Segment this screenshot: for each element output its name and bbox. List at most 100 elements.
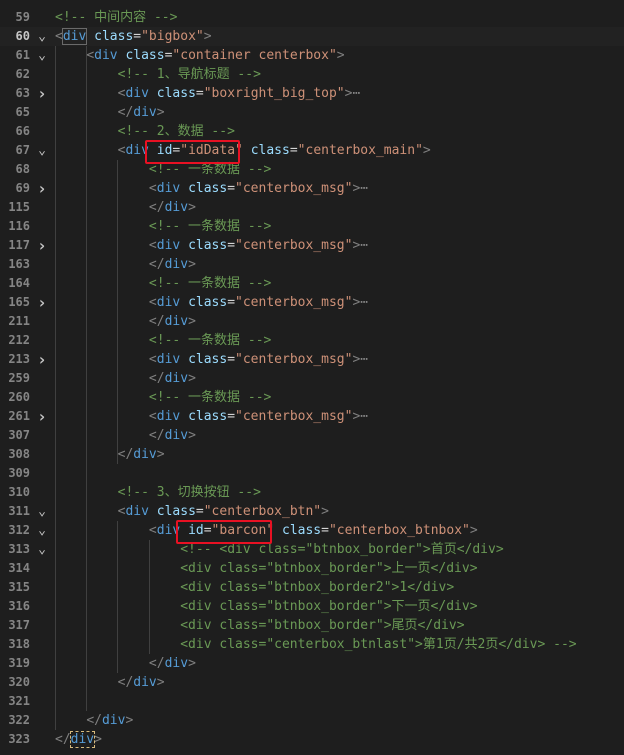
code-token: div [156, 238, 181, 253]
code-token: "centerbox_main" [297, 143, 423, 158]
code-line[interactable]: 311 ⌄ <div class="centerbox_btn"> [0, 502, 624, 521]
code-editor[interactable]: 59 <!-- 中间内容 --> 60 ⌄ <div class="bigbox"> 61… [0, 0, 624, 755]
code-token: </ [117, 105, 134, 120]
code-line[interactable]: 309 [0, 464, 624, 483]
code-token: > [188, 428, 196, 443]
line-code: <!-- 一条数据 --> [55, 217, 271, 236]
code-line[interactable]: 211 </div> [0, 312, 624, 331]
line-number: 313 [8, 542, 30, 556]
code-line[interactable]: 321 [0, 692, 624, 711]
code-line[interactable]: 260 <!-- 一条数据 --> [0, 388, 624, 407]
code-line[interactable]: 318 <div class="centerbox_btnlast">第1页/共… [0, 635, 624, 654]
line-number: 318 [8, 637, 30, 651]
code-line[interactable]: 313 ⌄ <!-- <div class="btnbox_border">首页<… [0, 540, 624, 559]
line-code: <div class="btnbox_border">尾页</div> [55, 616, 464, 635]
code-token: > [156, 447, 165, 462]
code-line[interactable]: 212 <!-- 一条数据 --> [0, 331, 624, 350]
code-line[interactable]: 63 › <div class="boxright_big_top">⋯ [0, 84, 624, 103]
code-token: = [227, 238, 236, 253]
code-line[interactable]: 66 <!-- 2、数据 --> [0, 122, 624, 141]
code-line[interactable]: 164 <!-- 一条数据 --> [0, 274, 624, 293]
code-token: div [164, 656, 189, 671]
code-token: = [289, 143, 298, 158]
code-line[interactable]: 60 ⌄ <div class="bigbox"> [0, 27, 624, 46]
code-token: = [227, 295, 236, 310]
line-number: 164 [8, 276, 30, 290]
code-token: div [156, 409, 181, 424]
code-line[interactable]: 323 </div> [0, 730, 624, 749]
fold-expanded-icon[interactable]: ⌄ [36, 540, 48, 559]
code-line[interactable]: 317 <div class="btnbox_border">尾页</div> [0, 616, 624, 635]
code-token: class [156, 86, 196, 101]
code-token: div [164, 371, 189, 386]
code-line[interactable]: 115 </div> [0, 198, 624, 217]
code-token: <div class="btnbox_border2">1</div> [180, 580, 455, 595]
line-number: 115 [8, 200, 30, 214]
line-number: 323 [8, 732, 30, 746]
code-line[interactable]: 67 ⌄ <div id="idData" class="centerbox_ma… [0, 141, 624, 160]
code-line[interactable]: 314 <div class="btnbox_border">上一页</div> [0, 559, 624, 578]
code-line[interactable]: 307 </div> [0, 426, 624, 445]
code-line[interactable]: 322 </div> [0, 711, 624, 730]
code-token: <!-- 2、数据 --> [117, 124, 235, 139]
code-line[interactable]: 62 <!-- 1、导航标题 --> [0, 65, 624, 84]
fold-collapsed-icon[interactable]: › [36, 407, 48, 426]
code-line[interactable]: 61 ⌄ <div class="container centerbox"> [0, 46, 624, 65]
code-line[interactable]: 116 <!-- 一条数据 --> [0, 217, 624, 236]
code-line[interactable]: 319 </div> [0, 654, 624, 673]
line-number: 259 [8, 371, 30, 385]
code-token: ⋯ [360, 352, 369, 367]
fold-expanded-icon[interactable]: ⌄ [36, 502, 48, 521]
code-line[interactable]: 261 › <div class="centerbox_msg">⋯ [0, 407, 624, 426]
line-code: <!-- 中间内容 --> [55, 8, 177, 27]
code-token: div [94, 48, 118, 63]
code-line[interactable]: 65 </div> [0, 103, 624, 122]
code-line[interactable]: 59 <!-- 中间内容 --> [0, 8, 624, 27]
code-line[interactable]: 163 </div> [0, 255, 624, 274]
code-line[interactable]: 310 <!-- 3、切换按钮 --> [0, 483, 624, 502]
fold-collapsed-icon[interactable]: › [36, 236, 48, 255]
code-token: div [133, 675, 157, 690]
line-code: <div class="centerbox_msg">⋯ [55, 179, 368, 198]
fold-collapsed-icon[interactable]: › [36, 293, 48, 312]
fold-collapsed-icon[interactable]: › [36, 350, 48, 369]
code-line[interactable]: 68 <!-- 一条数据 --> [0, 160, 624, 179]
code-line[interactable]: 165 › <div class="centerbox_msg">⋯ [0, 293, 624, 312]
code-token: </ [117, 447, 134, 462]
line-code: <!-- 一条数据 --> [55, 331, 271, 350]
code-line[interactable]: 213 › <div class="centerbox_msg">⋯ [0, 350, 624, 369]
code-token: <!-- 一条数据 --> [148, 219, 272, 234]
fold-expanded-icon[interactable]: ⌄ [36, 27, 48, 46]
fold-collapsed-icon[interactable]: › [36, 84, 48, 103]
code-token: <div class="btnbox_border">下一页</div> [180, 599, 478, 614]
code-line[interactable]: 320 </div> [0, 673, 624, 692]
code-line[interactable]: 117 › <div class="centerbox_msg">⋯ [0, 236, 624, 255]
code-token: "bigbox" [141, 29, 204, 44]
fold-expanded-icon[interactable]: ⌄ [36, 521, 48, 540]
code-line[interactable]: 316 <div class="btnbox_border">下一页</div> [0, 597, 624, 616]
code-token: > [203, 29, 212, 44]
line-number: 163 [8, 257, 30, 271]
code-token: <div class="centerbox_btnlast">第1页/共2页</… [180, 637, 577, 652]
code-token: </ [148, 200, 165, 215]
line-number: 60 [15, 29, 30, 43]
code-token: <!-- <div class="btnbox_border">首页</div> [180, 542, 504, 557]
code-token: div [164, 200, 189, 215]
code-line[interactable]: 69 › <div class="centerbox_msg">⋯ [0, 179, 624, 198]
fold-expanded-icon[interactable]: ⌄ [36, 141, 48, 160]
code-line[interactable]: 312 ⌄ <div id="barcon" class="centerbox_b… [0, 521, 624, 540]
line-code: </div> [55, 255, 196, 274]
line-number: 309 [8, 466, 30, 480]
code-line[interactable]: 308 </div> [0, 445, 624, 464]
code-line[interactable]: 259 </div> [0, 369, 624, 388]
line-code: <!-- <div class="btnbox_border">首页</div> [55, 540, 504, 559]
line-number: 69 [15, 181, 30, 195]
fold-collapsed-icon[interactable]: › [36, 179, 48, 198]
code-line[interactable]: 315 <div class="btnbox_border2">1</div> [0, 578, 624, 597]
code-token: > [321, 504, 329, 519]
fold-expanded-icon[interactable]: ⌄ [36, 46, 48, 65]
